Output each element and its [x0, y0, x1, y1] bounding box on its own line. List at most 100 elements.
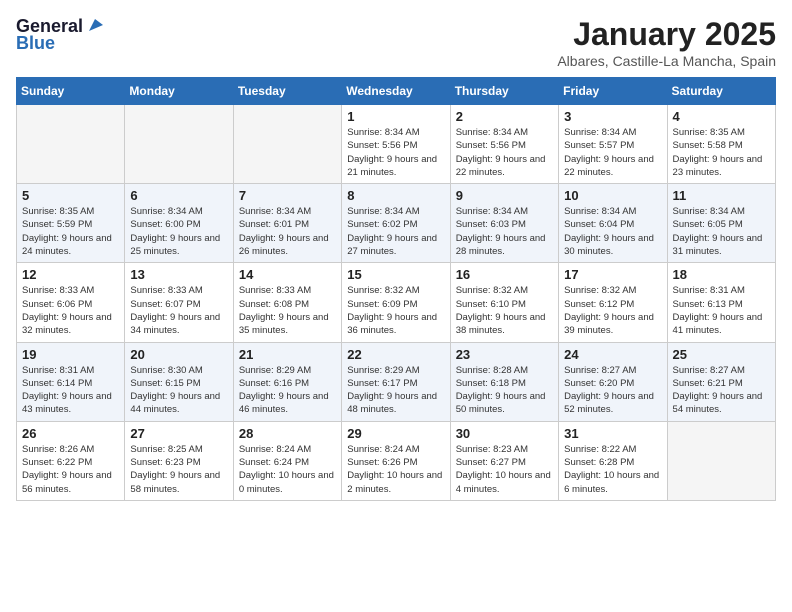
day-number: 14	[239, 267, 336, 282]
day-number: 12	[22, 267, 119, 282]
weekday-header-wednesday: Wednesday	[342, 78, 450, 105]
calendar-cell: 16 Sunrise: 8:32 AMSunset: 6:10 PMDayligh…	[450, 263, 558, 342]
day-info: Sunrise: 8:27 AMSunset: 6:21 PMDaylight:…	[673, 364, 770, 417]
day-info: Sunrise: 8:25 AMSunset: 6:23 PMDaylight:…	[130, 443, 227, 496]
calendar-cell: 10 Sunrise: 8:34 AMSunset: 6:04 PMDayligh…	[559, 184, 667, 263]
day-number: 25	[673, 347, 770, 362]
day-info: Sunrise: 8:24 AMSunset: 6:26 PMDaylight:…	[347, 443, 444, 496]
day-info: Sunrise: 8:33 AMSunset: 6:06 PMDaylight:…	[22, 284, 119, 337]
day-info: Sunrise: 8:34 AMSunset: 6:01 PMDaylight:…	[239, 205, 336, 258]
day-number: 6	[130, 188, 227, 203]
day-number: 10	[564, 188, 661, 203]
day-info: Sunrise: 8:33 AMSunset: 6:07 PMDaylight:…	[130, 284, 227, 337]
calendar-week-row: 12 Sunrise: 8:33 AMSunset: 6:06 PMDayligh…	[17, 263, 776, 342]
day-number: 7	[239, 188, 336, 203]
day-number: 20	[130, 347, 227, 362]
day-number: 13	[130, 267, 227, 282]
day-info: Sunrise: 8:34 AMSunset: 6:03 PMDaylight:…	[456, 205, 553, 258]
calendar-title: January 2025	[557, 16, 776, 53]
calendar-cell: 8 Sunrise: 8:34 AMSunset: 6:02 PMDaylight…	[342, 184, 450, 263]
day-number: 3	[564, 109, 661, 124]
day-number: 1	[347, 109, 444, 124]
day-info: Sunrise: 8:32 AMSunset: 6:09 PMDaylight:…	[347, 284, 444, 337]
day-number: 2	[456, 109, 553, 124]
weekday-header-sunday: Sunday	[17, 78, 125, 105]
calendar-cell: 28Sunrise: 8:24 AMSunset: 6:24 PMDayligh…	[233, 421, 341, 500]
day-number: 4	[673, 109, 770, 124]
weekday-header-tuesday: Tuesday	[233, 78, 341, 105]
day-number: 28	[239, 426, 336, 441]
calendar-cell: 13 Sunrise: 8:33 AMSunset: 6:07 PMDayligh…	[125, 263, 233, 342]
logo-blue: Blue	[16, 33, 55, 54]
calendar-week-row: 19 Sunrise: 8:31 AMSunset: 6:14 PMDayligh…	[17, 342, 776, 421]
calendar-cell: 27 Sunrise: 8:25 AMSunset: 6:23 PMDayligh…	[125, 421, 233, 500]
calendar-cell	[667, 421, 775, 500]
day-number: 11	[673, 188, 770, 203]
weekday-header-friday: Friday	[559, 78, 667, 105]
calendar-week-row: 26 Sunrise: 8:26 AMSunset: 6:22 PMDayligh…	[17, 421, 776, 500]
calendar-cell: 7 Sunrise: 8:34 AMSunset: 6:01 PMDaylight…	[233, 184, 341, 263]
day-info: Sunrise: 8:31 AMSunset: 6:14 PMDaylight:…	[22, 364, 119, 417]
day-info: Sunrise: 8:32 AMSunset: 6:12 PMDaylight:…	[564, 284, 661, 337]
calendar-cell: 24 Sunrise: 8:27 AMSunset: 6:20 PMDayligh…	[559, 342, 667, 421]
day-number: 8	[347, 188, 444, 203]
day-number: 31	[564, 426, 661, 441]
day-info: Sunrise: 8:34 AMSunset: 5:57 PMDaylight:…	[564, 126, 661, 179]
day-info: Sunrise: 8:31 AMSunset: 6:13 PMDaylight:…	[673, 284, 770, 337]
calendar-cell: 1 Sunrise: 8:34 AMSunset: 5:56 PMDaylight…	[342, 105, 450, 184]
day-number: 5	[22, 188, 119, 203]
day-number: 17	[564, 267, 661, 282]
day-number: 21	[239, 347, 336, 362]
weekday-header-saturday: Saturday	[667, 78, 775, 105]
day-info: Sunrise: 8:28 AMSunset: 6:18 PMDaylight:…	[456, 364, 553, 417]
day-info: Sunrise: 8:34 AMSunset: 5:56 PMDaylight:…	[347, 126, 444, 179]
calendar-week-row: 5 Sunrise: 8:35 AMSunset: 5:59 PMDaylight…	[17, 184, 776, 263]
title-block: January 2025 Albares, Castille-La Mancha…	[557, 16, 776, 69]
day-info: Sunrise: 8:32 AMSunset: 6:10 PMDaylight:…	[456, 284, 553, 337]
day-number: 23	[456, 347, 553, 362]
day-info: Sunrise: 8:29 AMSunset: 6:17 PMDaylight:…	[347, 364, 444, 417]
day-info: Sunrise: 8:34 AMSunset: 6:05 PMDaylight:…	[673, 205, 770, 258]
calendar-cell: 9 Sunrise: 8:34 AMSunset: 6:03 PMDaylight…	[450, 184, 558, 263]
day-info: Sunrise: 8:34 AMSunset: 6:02 PMDaylight:…	[347, 205, 444, 258]
calendar-cell: 5 Sunrise: 8:35 AMSunset: 5:59 PMDaylight…	[17, 184, 125, 263]
logo-bird-icon	[85, 17, 103, 35]
calendar-cell: 6Sunrise: 8:34 AMSunset: 6:00 PMDaylight…	[125, 184, 233, 263]
day-info: Sunrise: 8:30 AMSunset: 6:15 PMDaylight:…	[130, 364, 227, 417]
calendar-cell	[233, 105, 341, 184]
day-info: Sunrise: 8:33 AMSunset: 6:08 PMDaylight:…	[239, 284, 336, 337]
day-info: Sunrise: 8:26 AMSunset: 6:22 PMDaylight:…	[22, 443, 119, 496]
day-info: Sunrise: 8:35 AMSunset: 5:59 PMDaylight:…	[22, 205, 119, 258]
day-info: Sunrise: 8:35 AMSunset: 5:58 PMDaylight:…	[673, 126, 770, 179]
calendar-cell: 26 Sunrise: 8:26 AMSunset: 6:22 PMDayligh…	[17, 421, 125, 500]
calendar-cell: 14 Sunrise: 8:33 AMSunset: 6:08 PMDayligh…	[233, 263, 341, 342]
calendar-table: SundayMondayTuesdayWednesdayThursdayFrid…	[16, 77, 776, 501]
day-number: 16	[456, 267, 553, 282]
day-number: 24	[564, 347, 661, 362]
day-info: Sunrise: 8:34 AMSunset: 6:04 PMDaylight:…	[564, 205, 661, 258]
calendar-cell: 22 Sunrise: 8:29 AMSunset: 6:17 PMDayligh…	[342, 342, 450, 421]
day-info: Sunrise: 8:22 AMSunset: 6:28 PMDaylight:…	[564, 443, 661, 496]
day-number: 27	[130, 426, 227, 441]
calendar-cell: 19 Sunrise: 8:31 AMSunset: 6:14 PMDayligh…	[17, 342, 125, 421]
day-info: Sunrise: 8:27 AMSunset: 6:20 PMDaylight:…	[564, 364, 661, 417]
day-number: 22	[347, 347, 444, 362]
day-number: 18	[673, 267, 770, 282]
calendar-week-row: 1 Sunrise: 8:34 AMSunset: 5:56 PMDaylight…	[17, 105, 776, 184]
day-info: Sunrise: 8:29 AMSunset: 6:16 PMDaylight:…	[239, 364, 336, 417]
calendar-cell: 3 Sunrise: 8:34 AMSunset: 5:57 PMDaylight…	[559, 105, 667, 184]
calendar-cell: 21 Sunrise: 8:29 AMSunset: 6:16 PMDayligh…	[233, 342, 341, 421]
weekday-header-monday: Monday	[125, 78, 233, 105]
logo: General Blue	[16, 16, 103, 54]
calendar-cell: 12 Sunrise: 8:33 AMSunset: 6:06 PMDayligh…	[17, 263, 125, 342]
calendar-subtitle: Albares, Castille-La Mancha, Spain	[557, 53, 776, 69]
day-number: 26	[22, 426, 119, 441]
calendar-cell: 31 Sunrise: 8:22 AMSunset: 6:28 PMDayligh…	[559, 421, 667, 500]
page-header: General Blue January 2025 Albares, Casti…	[16, 16, 776, 69]
day-number: 15	[347, 267, 444, 282]
calendar-cell	[125, 105, 233, 184]
day-info: Sunrise: 8:34 AMSunset: 5:56 PMDaylight:…	[456, 126, 553, 179]
day-number: 19	[22, 347, 119, 362]
day-number: 9	[456, 188, 553, 203]
calendar-cell: 29Sunrise: 8:24 AMSunset: 6:26 PMDayligh…	[342, 421, 450, 500]
